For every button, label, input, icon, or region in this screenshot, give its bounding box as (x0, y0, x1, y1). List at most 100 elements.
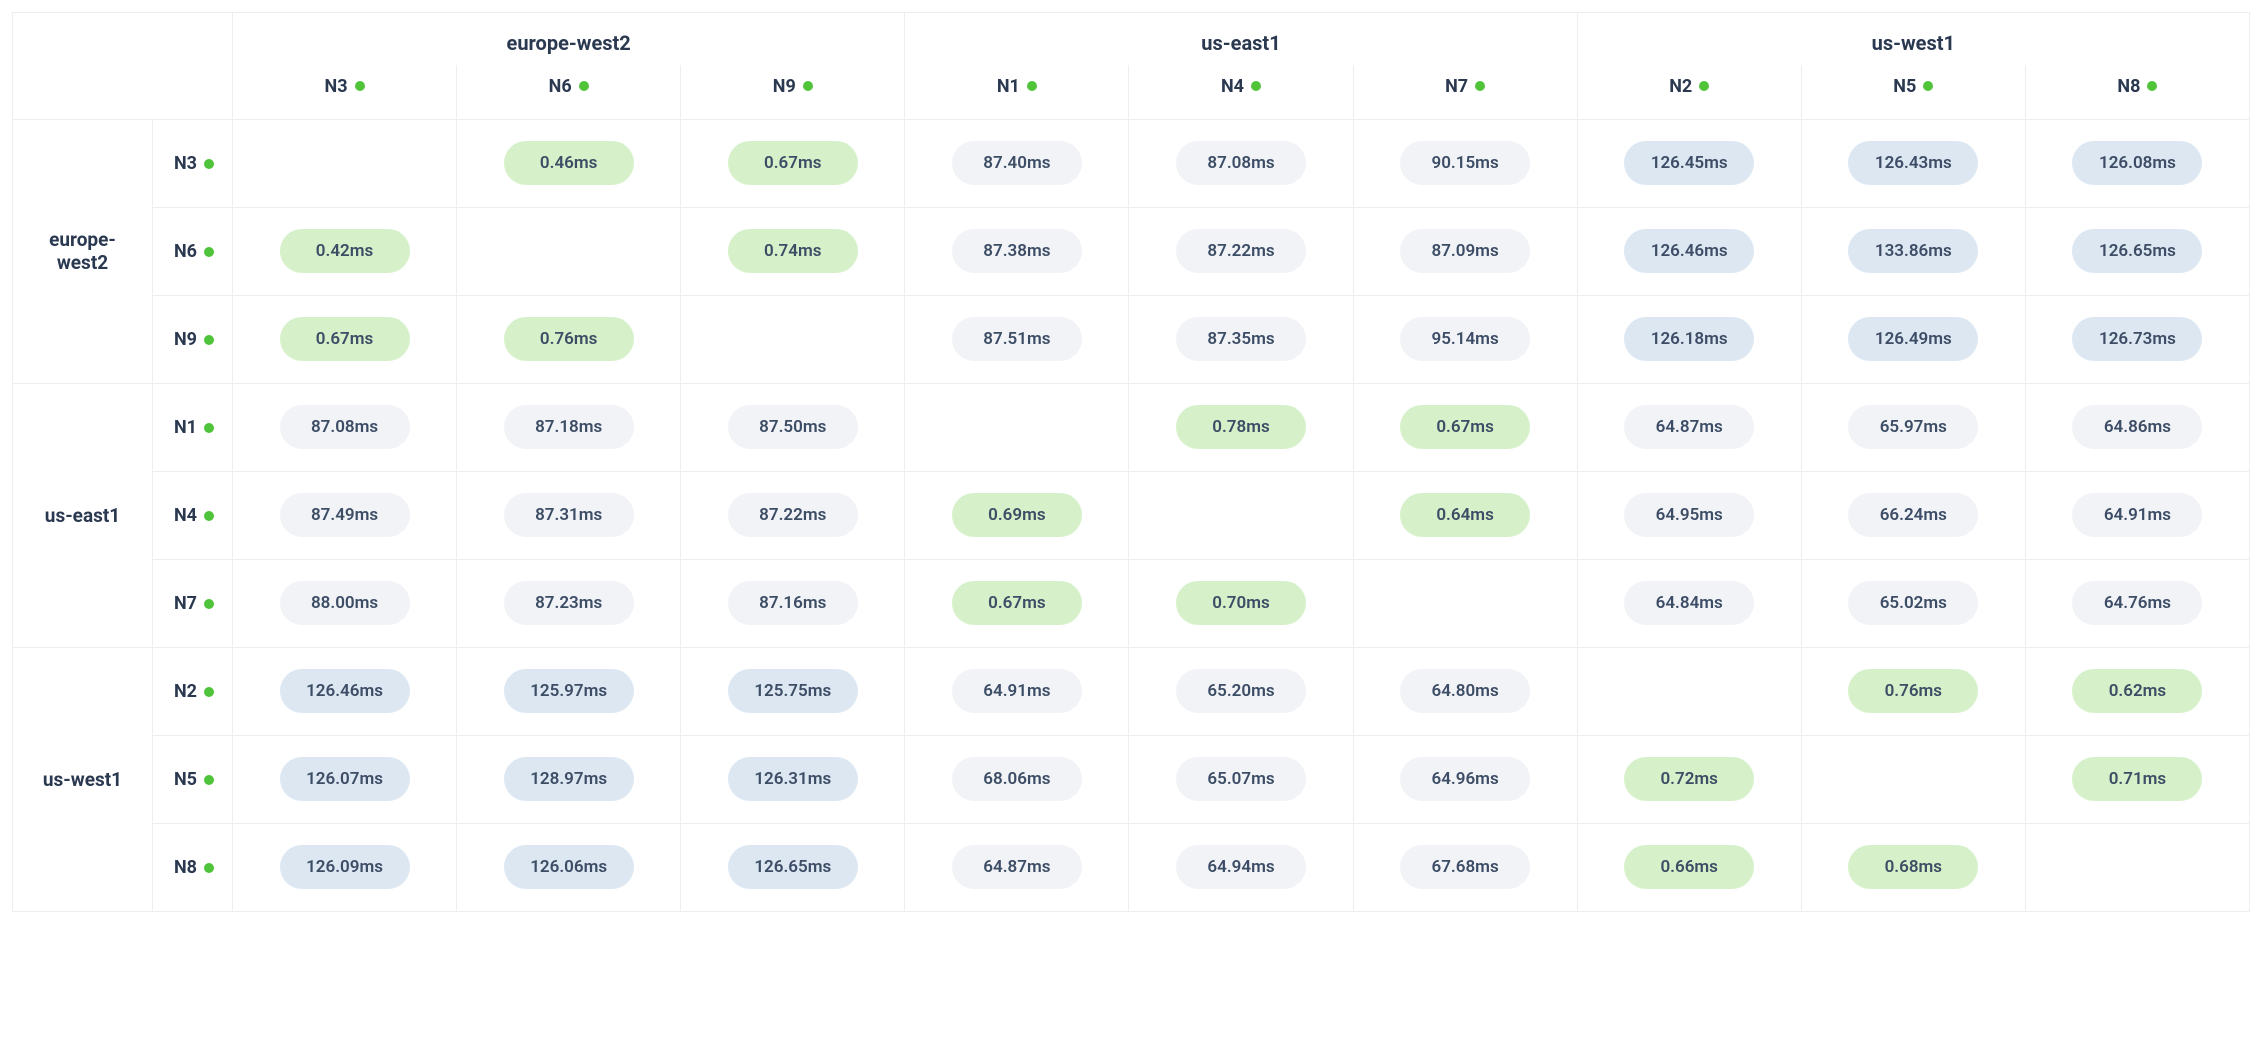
table-row: us-east1N187.08ms87.18ms87.50ms0.78ms0.6… (13, 383, 2250, 471)
latency-pill: 0.67ms (952, 581, 1082, 625)
latency-pill: 126.45ms (1624, 141, 1754, 185)
latency-pill: 0.67ms (728, 141, 858, 185)
row-node-header: N5 (153, 735, 233, 823)
latency-cell: 126.06ms (457, 823, 681, 911)
latency-cell: 126.49ms (1801, 295, 2025, 383)
latency-pill: 64.76ms (2072, 581, 2202, 625)
latency-cell (1129, 471, 1353, 559)
latency-pill: 88.00ms (280, 581, 410, 625)
latency-pill: 126.43ms (1848, 141, 1978, 185)
latency-cell: 65.97ms (1801, 383, 2025, 471)
col-node-header: N1 (905, 65, 1129, 119)
status-dot-icon (355, 81, 365, 91)
latency-cell: 64.87ms (1577, 383, 1801, 471)
col-node-header: N4 (1129, 65, 1353, 119)
latency-cell (681, 295, 905, 383)
node-label: N7 (1445, 76, 1468, 97)
status-dot-icon (204, 863, 214, 873)
latency-pill: 0.78ms (1176, 405, 1306, 449)
latency-cell: 87.18ms (457, 383, 681, 471)
latency-pill: 66.24ms (1848, 493, 1978, 537)
status-dot-icon (204, 687, 214, 697)
latency-cell: 68.06ms (905, 735, 1129, 823)
latency-pill: 126.73ms (2072, 317, 2202, 361)
latency-pill: 90.15ms (1400, 141, 1530, 185)
latency-pill: 126.18ms (1624, 317, 1754, 361)
latency-pill: 95.14ms (1400, 317, 1530, 361)
node-label: N1 (997, 76, 1020, 97)
latency-cell (905, 383, 1129, 471)
latency-cell: 128.97ms (457, 735, 681, 823)
latency-cell: 0.78ms (1129, 383, 1353, 471)
table-row: europe-west2N30.46ms0.67ms87.40ms87.08ms… (13, 119, 2250, 207)
latency-cell: 126.07ms (233, 735, 457, 823)
latency-matrix-table: europe-west2us-east1us-west1N3N6N9N1N4N7… (12, 12, 2250, 912)
latency-cell: 126.65ms (681, 823, 905, 911)
latency-pill: 126.07ms (280, 757, 410, 801)
table-row: N5126.07ms128.97ms126.31ms68.06ms65.07ms… (13, 735, 2250, 823)
latency-cell: 126.09ms (233, 823, 457, 911)
status-dot-icon (579, 81, 589, 91)
latency-cell: 126.31ms (681, 735, 905, 823)
latency-cell: 126.08ms (2025, 119, 2249, 207)
node-label: N6 (174, 241, 197, 262)
latency-pill: 64.84ms (1624, 581, 1754, 625)
latency-pill: 0.70ms (1176, 581, 1306, 625)
latency-cell: 87.49ms (233, 471, 457, 559)
row-node-header: N4 (153, 471, 233, 559)
latency-cell: 0.67ms (233, 295, 457, 383)
row-node-header: N9 (153, 295, 233, 383)
col-region-header: us-east1 (905, 13, 1577, 66)
latency-cell (2025, 823, 2249, 911)
node-label: N4 (1221, 76, 1244, 97)
row-region-header: us-west1 (13, 647, 153, 911)
latency-cell: 0.67ms (681, 119, 905, 207)
latency-pill: 0.68ms (1848, 845, 1978, 889)
latency-cell: 126.45ms (1577, 119, 1801, 207)
latency-cell: 125.75ms (681, 647, 905, 735)
latency-pill: 133.86ms (1848, 229, 1978, 273)
col-node-header: N8 (2025, 65, 2249, 119)
latency-cell (1801, 735, 2025, 823)
latency-cell: 87.40ms (905, 119, 1129, 207)
latency-cell: 87.08ms (233, 383, 457, 471)
latency-pill: 0.64ms (1400, 493, 1530, 537)
table-row: N60.42ms0.74ms87.38ms87.22ms87.09ms126.4… (13, 207, 2250, 295)
latency-cell: 0.69ms (905, 471, 1129, 559)
latency-cell: 67.68ms (1353, 823, 1577, 911)
node-label: N3 (174, 153, 197, 174)
latency-cell: 133.86ms (1801, 207, 2025, 295)
latency-pill: 87.08ms (1176, 141, 1306, 185)
latency-cell: 0.42ms (233, 207, 457, 295)
latency-pill: 64.91ms (2072, 493, 2202, 537)
col-node-header: N3 (233, 65, 457, 119)
latency-pill: 126.06ms (504, 845, 634, 889)
latency-cell: 0.67ms (1353, 383, 1577, 471)
latency-pill: 87.50ms (728, 405, 858, 449)
node-label: N4 (174, 505, 197, 526)
latency-pill: 87.16ms (728, 581, 858, 625)
header-corner (13, 13, 233, 120)
row-node-header: N1 (153, 383, 233, 471)
latency-pill: 87.08ms (280, 405, 410, 449)
latency-pill: 87.22ms (728, 493, 858, 537)
row-region-header: europe-west2 (13, 119, 153, 383)
status-dot-icon (204, 159, 214, 169)
latency-pill: 87.51ms (952, 317, 1082, 361)
latency-pill: 64.91ms (952, 669, 1082, 713)
latency-pill: 126.65ms (2072, 229, 2202, 273)
status-dot-icon (1923, 81, 1933, 91)
latency-pill: 64.86ms (2072, 405, 2202, 449)
row-node-header: N7 (153, 559, 233, 647)
latency-pill: 0.76ms (1848, 669, 1978, 713)
node-label: N3 (325, 76, 348, 97)
latency-cell (1353, 559, 1577, 647)
latency-pill: 87.40ms (952, 141, 1082, 185)
latency-pill: 64.94ms (1176, 845, 1306, 889)
latency-pill: 0.69ms (952, 493, 1082, 537)
latency-pill: 65.97ms (1848, 405, 1978, 449)
latency-cell: 66.24ms (1801, 471, 2025, 559)
latency-cell: 126.73ms (2025, 295, 2249, 383)
latency-cell: 87.31ms (457, 471, 681, 559)
latency-cell: 0.70ms (1129, 559, 1353, 647)
